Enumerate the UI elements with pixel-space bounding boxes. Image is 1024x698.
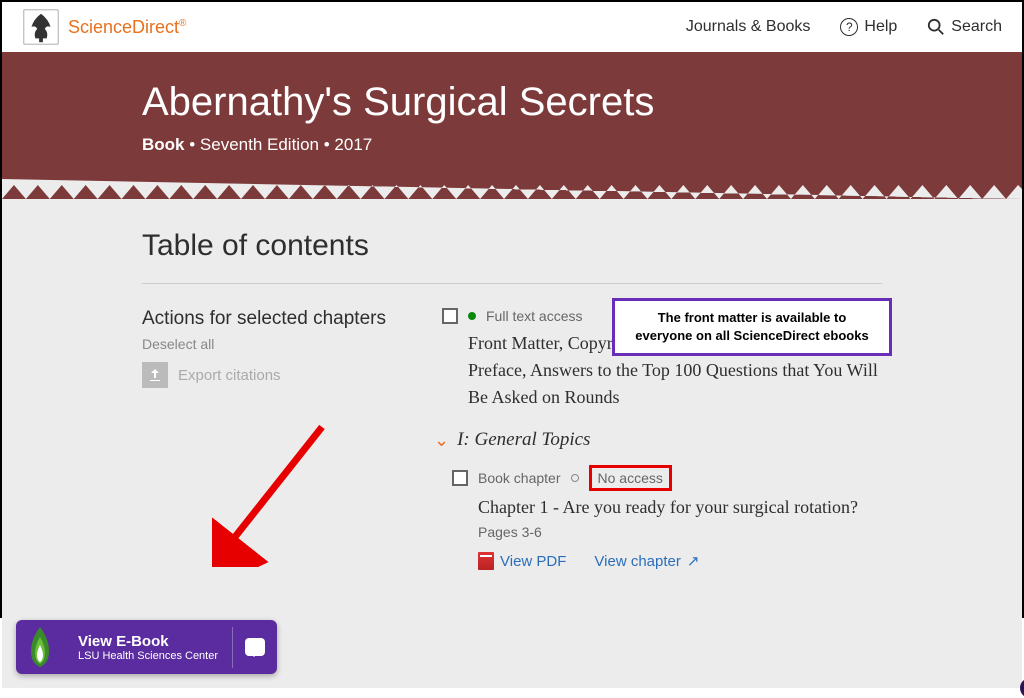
- elsevier-tree-icon: [22, 8, 60, 46]
- ebook-text: View E-Book LSU Health Sciences Center: [64, 627, 233, 668]
- upload-icon: [142, 362, 168, 388]
- flame-icon: [16, 620, 64, 674]
- view-chapter-link[interactable]: View chapter ↗: [594, 552, 699, 570]
- view-pdf-link[interactable]: View PDF: [478, 552, 566, 570]
- top-nav: ScienceDirect® Journals & Books ? Help S…: [2, 2, 1022, 52]
- actions-title: Actions for selected chapters: [142, 308, 402, 330]
- help-icon: ?: [840, 18, 858, 36]
- deselect-all-link[interactable]: Deselect all: [142, 336, 402, 352]
- actions-sidebar: Actions for selected chapters Deselect a…: [142, 308, 402, 588]
- checkbox-chapter-1[interactable]: [452, 470, 468, 486]
- chat-button[interactable]: [233, 620, 277, 674]
- nav-help[interactable]: ? Help: [840, 18, 897, 36]
- ebook-subtitle: LSU Health Sciences Center: [78, 650, 218, 662]
- pdf-icon: [478, 552, 494, 570]
- nav-search[interactable]: Search: [927, 18, 1002, 36]
- checkbox-front-matter[interactable]: [442, 308, 458, 324]
- annotation-callout: The front matter is available to everyon…: [612, 298, 892, 356]
- section-toggle[interactable]: ⌄ I: General Topics: [434, 429, 882, 451]
- zigzag-divider: [2, 179, 1022, 199]
- search-icon: [927, 18, 945, 36]
- content-area: Table of contents Actions for selected c…: [2, 199, 1022, 688]
- nav-journals-books[interactable]: Journals & Books: [686, 18, 811, 36]
- chevron-down-icon: ⌄: [434, 430, 449, 451]
- access-label: Full text access: [486, 308, 582, 324]
- chapter-type-label: Book chapter: [478, 470, 561, 486]
- hero-meta: Book • Seventh Edition • 2017: [142, 135, 882, 155]
- chapter-1-pages: Pages 3-6: [478, 524, 882, 540]
- search-label: Search: [951, 18, 1002, 36]
- help-label: Help: [864, 18, 897, 36]
- access-indicator-none: [571, 474, 579, 482]
- access-indicator-full: [468, 312, 476, 320]
- brand-text: ScienceDirect®: [68, 17, 186, 38]
- nav-right: Journals & Books ? Help Search: [686, 18, 1002, 36]
- export-citations-button[interactable]: Export citations: [142, 362, 402, 388]
- hero-banner: Abernathy's Surgical Secrets Book • Seve…: [2, 52, 1022, 179]
- page-title: Abernathy's Surgical Secrets: [142, 80, 882, 125]
- view-ebook-widget[interactable]: View E-Book LSU Health Sciences Center: [16, 620, 277, 674]
- toc-heading: Table of contents: [142, 229, 882, 263]
- annotation-no-access: No access: [589, 465, 672, 491]
- chapter-1-title[interactable]: Chapter 1 - Are you ready for your surgi…: [478, 497, 882, 518]
- toc-entry-chapter-1: Book chapter No access Chapter 1 - Are y…: [442, 465, 882, 570]
- divider: [142, 283, 882, 284]
- external-link-icon: ↗: [687, 552, 700, 570]
- section-title: I: General Topics: [457, 429, 590, 451]
- chat-icon: [245, 638, 265, 656]
- ebook-title: View E-Book: [78, 633, 218, 650]
- brand-logo[interactable]: ScienceDirect®: [22, 8, 186, 46]
- chapter-list: The front matter is available to everyon…: [442, 308, 882, 588]
